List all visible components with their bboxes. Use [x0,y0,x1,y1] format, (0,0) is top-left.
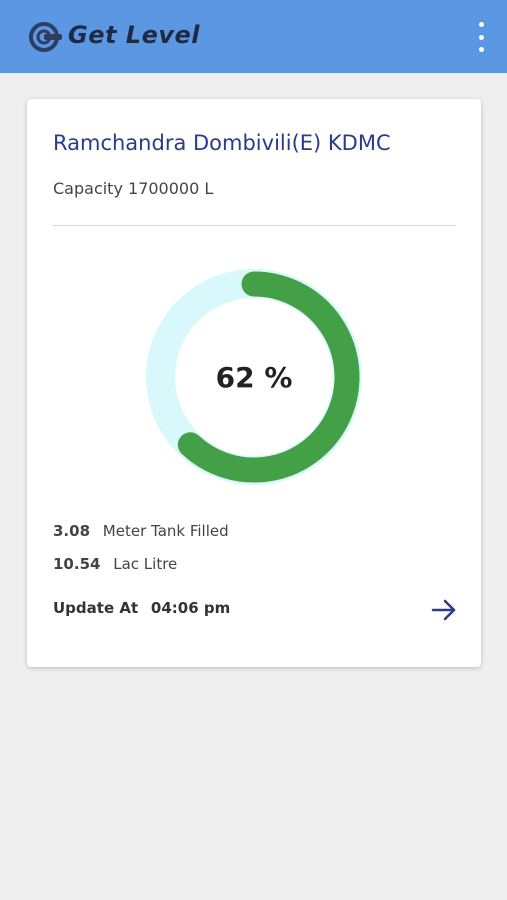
capacity-value: 1700000 L [128,179,214,198]
stat-meter: 3.08 Meter Tank Filled [53,522,229,540]
arrow-forward-icon[interactable] [429,595,459,625]
level-percent: 62 % [215,360,293,394]
station-name: Ramchandra Dombivili(E) KDMC [53,131,391,155]
divider [53,225,456,226]
more-vert-icon[interactable] [473,22,489,52]
stat-label: Meter Tank Filled [102,522,229,540]
update-label: Update At [53,599,139,617]
app-title: Get Level [68,21,201,49]
stat-label: Lac Litre [113,555,178,573]
app-bar: Get Level [0,0,507,73]
capacity-label: Capacity [53,179,123,198]
update-info: Update At 04:06 pm [53,599,230,617]
gauge-logo-icon [29,22,62,52]
update-time: 04:06 pm [150,599,231,617]
capacity: Capacity 1700000 L [53,179,213,198]
tank-card[interactable]: Ramchandra Dombivili(E) KDMC Capacity 17… [27,99,481,667]
stat-value: 3.08 [53,522,91,540]
stat-value: 10.54 [53,555,101,573]
stat-volume: 10.54 Lac Litre [53,555,177,573]
